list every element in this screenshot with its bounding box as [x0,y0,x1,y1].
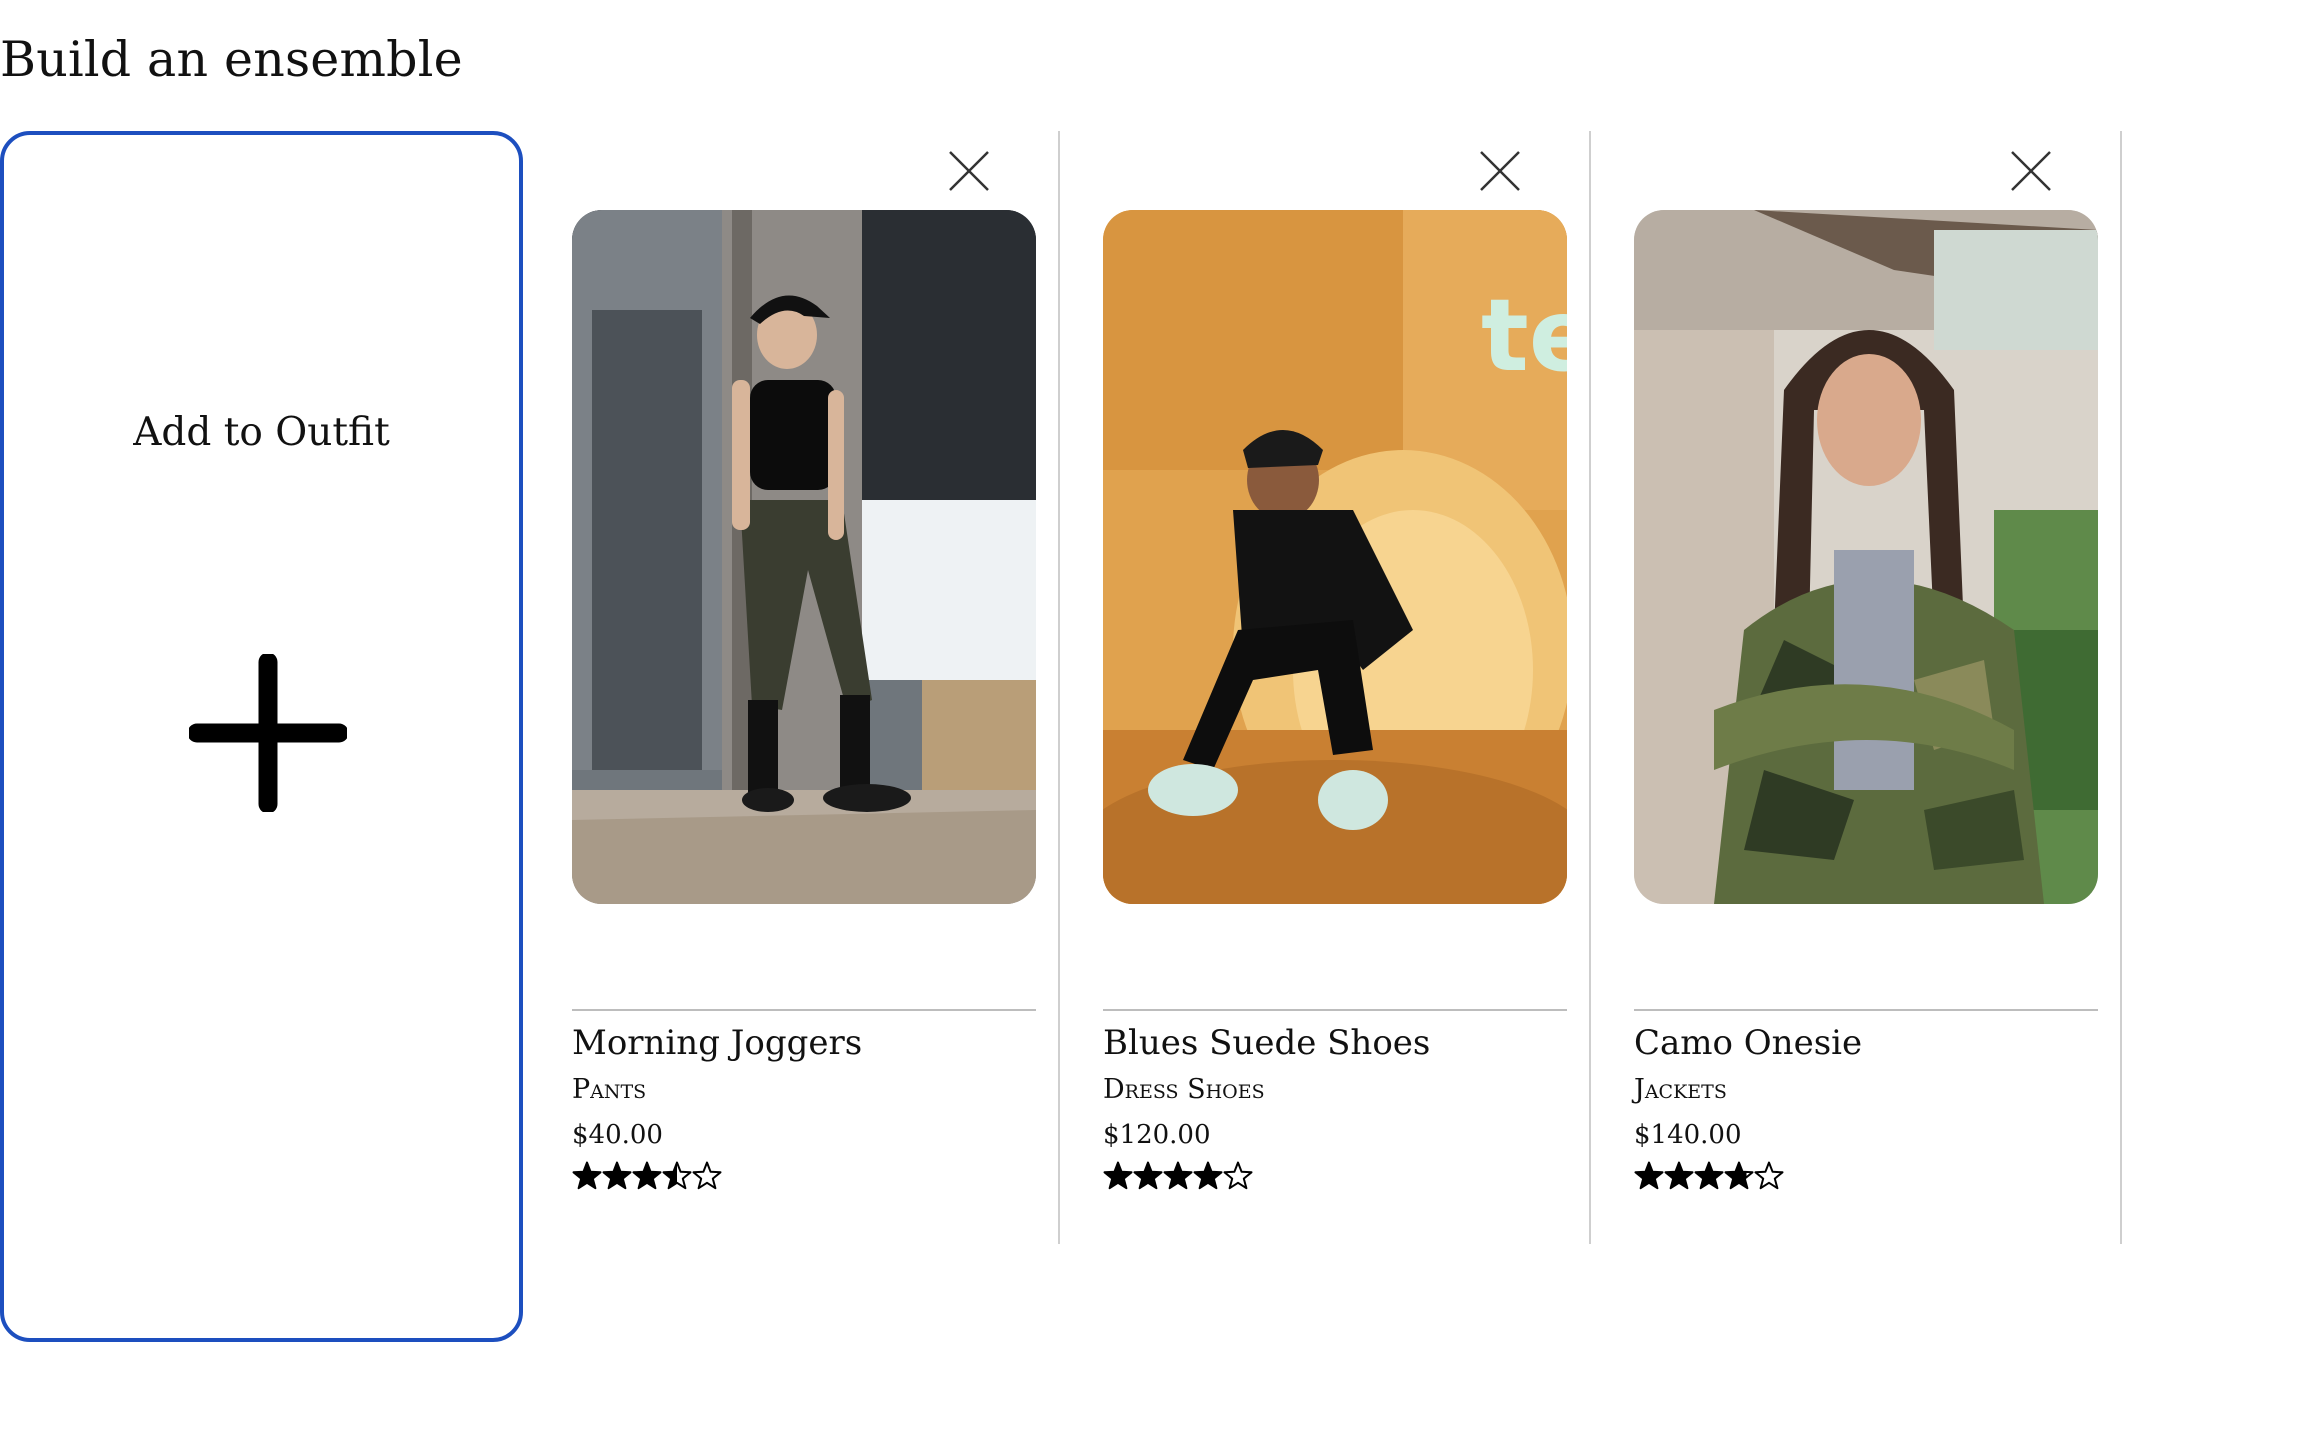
product-price: $140.00 [1634,1120,1742,1150]
remove-outfit-item-button[interactable] [1471,142,1529,200]
section-title: Build an ensemble [0,31,463,88]
card-divider [572,1009,1036,1011]
star-fill [633,1162,661,1189]
product-price: $40.00 [572,1120,663,1150]
star-fill [1104,1162,1132,1189]
outfit-card: te Blues Suede Shoes Dress Shoes $120.00 [1061,131,1591,1244]
product-category: Pants [572,1074,647,1105]
product-name[interactable]: Camo Onesie [1634,1018,1862,1068]
product-image[interactable] [572,210,1036,904]
outfit-card: Morning Joggers Pants $40.00 [530,131,1060,1244]
close-icon [2011,151,2051,191]
star-rating [1103,1161,1263,1195]
remove-outfit-item-button[interactable] [940,142,998,200]
product-name[interactable]: Morning Joggers [572,1018,862,1068]
svg-text:te: te [1481,277,1567,394]
product-image[interactable]: te [1103,210,1567,904]
remove-outfit-item-button[interactable] [2002,142,2060,200]
close-icon [1480,151,1520,191]
man-on-fur-beanbag-photo: te [1103,210,1567,904]
card-divider [1103,1009,1567,1011]
star-fill [1665,1162,1693,1189]
star-rating [1634,1161,1794,1195]
product-name[interactable]: Blues Suede Shoes [1103,1018,1430,1068]
star-fill [1635,1162,1663,1189]
star-fill [603,1162,631,1189]
star-fill [1695,1162,1723,1189]
outfit-card: Camo Onesie Jackets $140.00 [1592,131,2122,1244]
add-to-outfit-label: Add to Outfit [133,410,390,455]
woman-in-cap-and-joggers-photo [572,210,1036,904]
product-category: Dress Shoes [1103,1074,1265,1105]
product-image[interactable] [1634,210,2098,904]
star-fill [1134,1162,1162,1189]
star-rating [572,1161,732,1195]
product-price: $120.00 [1103,1120,1211,1150]
card-divider [1634,1009,2098,1011]
plus-icon [189,654,347,812]
add-to-outfit-card[interactable]: Add to Outfit [0,131,523,1342]
star-icon [1754,1161,1784,1190]
outfit-section: Build an ensemble Add to Outfit Morning … [0,0,2308,1434]
close-icon [949,151,989,191]
star-fill [1164,1162,1192,1189]
star-fill [1194,1162,1222,1189]
star-icon [692,1161,722,1190]
star-icon [1223,1161,1253,1190]
product-category: Jackets [1634,1074,1727,1105]
star-fill [573,1162,601,1189]
woman-in-camo-jacket-photo [1634,210,2098,904]
